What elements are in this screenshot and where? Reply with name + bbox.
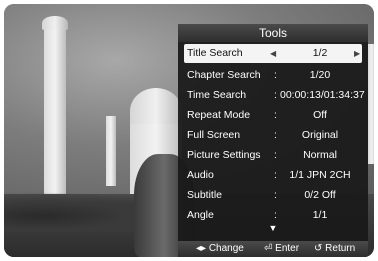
tools-footer: ◂▸ Change ⏎ Enter ↺ Return: [178, 241, 368, 257]
menu-item-value: Normal: [303, 149, 337, 161]
menu-item-value: 1/2: [312, 47, 328, 59]
menu-item-label: Title Search: [187, 47, 243, 59]
right-arrow-icon[interactable]: ▶: [354, 44, 360, 63]
tv-frame: Tools Title Search ◀ 1/2 ▶ Chapter Searc…: [0, 0, 378, 261]
menu-item-repeat-mode[interactable]: Repeat Mode : Off: [184, 106, 362, 125]
left-arrow-icon[interactable]: ◀: [270, 44, 276, 63]
menu-item-value: 1/20: [309, 69, 331, 81]
menu-item-separator: :: [274, 129, 277, 141]
left-minaret: [44, 24, 66, 209]
menu-item-label: Repeat Mode: [187, 109, 251, 121]
menu-item-label: Full Screen: [187, 129, 241, 141]
video-screen: Tools Title Search ◀ 1/2 ▶ Chapter Searc…: [4, 4, 374, 257]
scroll-down-indicator[interactable]: ▼: [178, 223, 368, 233]
tools-menu: Tools Title Search ◀ 1/2 ▶ Chapter Searc…: [178, 24, 368, 257]
menu-item-separator: :: [274, 89, 277, 101]
menu-item-subtitle[interactable]: Subtitle : 0/2 Off: [184, 186, 362, 205]
menu-item-value: Original: [301, 129, 339, 141]
menu-item-separator: :: [274, 109, 277, 121]
menu-item-label: Chapter Search: [187, 69, 261, 81]
right-small-minaret: [106, 116, 116, 186]
menu-item-value: 00:00:13/01:34:37: [280, 89, 365, 101]
menu-item-full-screen[interactable]: Full Screen : Original: [184, 126, 362, 145]
menu-item-label: Time Search: [187, 89, 247, 101]
return-hint: ↺ Return: [314, 243, 356, 254]
menu-item-value: Off: [313, 109, 327, 121]
menu-item-chapter-search[interactable]: Chapter Search : 1/20: [184, 66, 362, 85]
menu-item-label: Picture Settings: [187, 149, 261, 161]
far-right-minaret: [368, 44, 374, 164]
enter-hint: ⏎ Enter: [264, 243, 300, 254]
menu-item-separator: :: [274, 69, 277, 81]
tools-title: Tools: [178, 24, 368, 42]
change-hint: ◂▸ Change: [196, 243, 244, 254]
menu-item-time-search[interactable]: Time Search : 00:00:13/01:34:37: [184, 86, 365, 105]
left-minaret-cap: [42, 16, 68, 30]
menu-item-separator: :: [274, 169, 277, 181]
menu-item-value: 0/2 Off: [304, 189, 336, 201]
menu-item-value: 1/1 JPN 2CH: [289, 169, 351, 181]
menu-item-picture-settings[interactable]: Picture Settings : Normal: [184, 146, 362, 165]
menu-item-label: Audio: [187, 169, 214, 181]
menu-item-label: Subtitle: [187, 189, 223, 201]
menu-item-separator: :: [274, 189, 277, 201]
menu-item-title-search[interactable]: Title Search ◀ 1/2 ▶: [184, 44, 362, 63]
menu-item-separator: :: [274, 149, 277, 161]
menu-item-audio[interactable]: Audio : 1/1 JPN 2CH: [184, 166, 362, 185]
